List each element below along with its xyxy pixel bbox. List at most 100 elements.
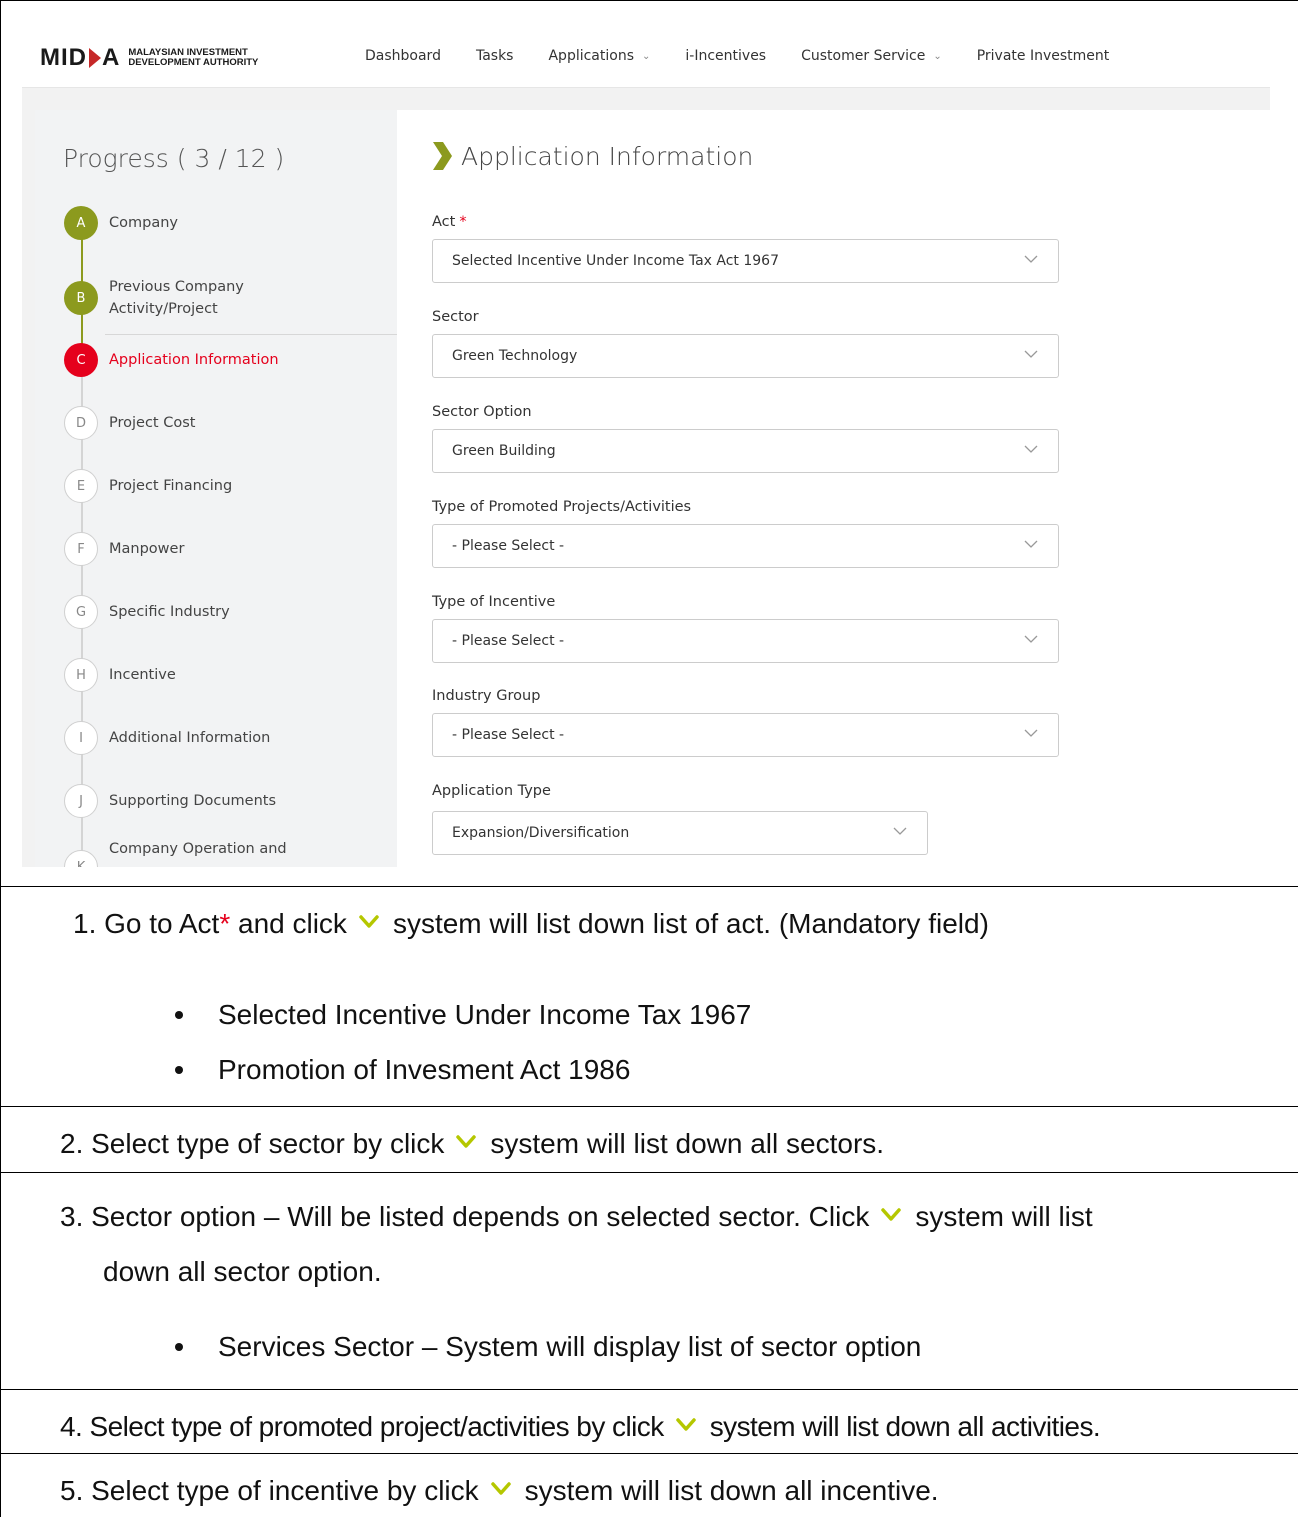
- step-label: Additional Information: [109, 730, 271, 746]
- field-label: Sector: [432, 309, 479, 325]
- chevron-down-icon: [359, 914, 379, 928]
- industry-group-field: Industry Group - Please Select -: [432, 688, 1059, 757]
- step-label: Company Operation and: [109, 841, 287, 857]
- step-supporting-documents[interactable]: J Supporting Documents: [64, 784, 276, 818]
- step-badge: B: [64, 281, 98, 315]
- application-type-select[interactable]: Expansion/Diversification: [432, 811, 928, 855]
- bullet-icon: [175, 1066, 183, 1074]
- table-row-divider: [0, 1106, 1298, 1107]
- sector-option-select[interactable]: Green Building: [432, 429, 1059, 473]
- nav-tasks[interactable]: Tasks: [476, 48, 514, 64]
- sector-select[interactable]: Green Technology: [432, 334, 1059, 378]
- nav-dashboard[interactable]: Dashboard: [365, 48, 441, 64]
- chevron-down-icon: [1024, 729, 1038, 737]
- instruction-step-4: 4. Select type of promoted project/activ…: [60, 1411, 1101, 1442]
- step-badge: G: [64, 595, 98, 629]
- divider: [105, 334, 397, 335]
- step-badge: I: [64, 721, 98, 755]
- step-label: Application Information: [109, 352, 279, 368]
- field-label: Act: [432, 214, 456, 230]
- step-specific-industry[interactable]: G Specific Industry: [64, 595, 230, 629]
- top-navbar: MI D A MALAYSIAN INVESTMENT DEVELOPMENT AU…: [22, 22, 1270, 88]
- step-label: Company: [109, 215, 178, 231]
- nav-customer-service[interactable]: Customer Service ⌄: [801, 48, 942, 64]
- promoted-projects-select[interactable]: - Please Select -: [432, 524, 1059, 568]
- step-application-information[interactable]: C Application Information: [64, 343, 279, 377]
- app-screenshot: MI D A MALAYSIAN INVESTMENT DEVELOPMENT AU…: [22, 22, 1270, 867]
- act-select[interactable]: Selected Incentive Under Income Tax Act …: [432, 239, 1059, 283]
- select-value: - Please Select -: [452, 538, 565, 554]
- step-label: Supporting Documents: [109, 793, 277, 809]
- instruction-step-1: 1. Go to Act* and click system will list …: [73, 908, 989, 939]
- select-value: Selected Incentive Under Income Tax Act …: [452, 253, 779, 269]
- progress-title: Progress ( 3 / 12 ): [63, 144, 285, 173]
- table-row-divider: [0, 1172, 1298, 1173]
- nav-applications[interactable]: Applications ⌄: [548, 48, 650, 64]
- step-label: Project Financing: [109, 478, 233, 494]
- chevron-down-icon: [490, 1481, 511, 1495]
- sector-option-field: Sector Option Green Building: [432, 404, 1059, 473]
- step-project-cost[interactable]: D Project Cost: [64, 406, 195, 440]
- chevron-down-icon: [675, 1417, 696, 1431]
- step-project-financing[interactable]: E Project Financing: [64, 469, 232, 503]
- nav-private-investment[interactable]: Private Investment: [977, 48, 1110, 64]
- field-label: Application Type: [432, 783, 551, 799]
- chevron-down-icon: ⌄: [933, 50, 942, 62]
- chevron-down-icon: [1024, 540, 1038, 548]
- instruction-step-3: 3. Sector option – Will be listed depend…: [60, 1201, 1093, 1232]
- step-badge: H: [64, 658, 98, 692]
- instruction-bullet: Services Sector – System will display li…: [218, 1331, 922, 1362]
- table-row-divider: [0, 886, 1298, 887]
- step-incentive[interactable]: H Incentive: [64, 658, 176, 692]
- chevron-down-icon: [456, 1134, 477, 1148]
- field-label: Type of Incentive: [432, 594, 556, 610]
- logo-text: MALAYSIAN INVESTMENT DEVELOPMENT AUTHORI…: [128, 47, 259, 68]
- section-header: Application Information: [431, 140, 753, 172]
- step-badge: F: [64, 532, 98, 566]
- bullet-icon: [175, 1343, 183, 1351]
- instruction-step-2: 2. Select type of sector by click system …: [60, 1128, 885, 1159]
- chevron-down-icon: [893, 827, 907, 835]
- select-value: - Please Select -: [452, 633, 565, 649]
- select-value: - Please Select -: [452, 727, 565, 743]
- main-nav: Dashboard Tasks Applications ⌄ i-Incentiv…: [365, 48, 1144, 64]
- nav-i-incentives[interactable]: i-Incentives: [685, 48, 766, 64]
- select-value: Expansion/Diversification: [452, 825, 630, 841]
- logo-arrow-icon: [89, 48, 102, 68]
- promoted-projects-field: Type of Promoted Projects/Activities - P…: [432, 499, 1059, 568]
- table-row-divider: [0, 1453, 1298, 1454]
- incentive-type-field: Type of Incentive - Please Select -: [432, 594, 1059, 663]
- field-label: Industry Group: [432, 688, 541, 704]
- sector-field: Sector Green Technology: [432, 309, 1059, 378]
- field-label: Type of Promoted Projects/Activities: [432, 499, 692, 515]
- incentive-type-select[interactable]: - Please Select -: [432, 619, 1059, 663]
- logo-mark: MI D A: [40, 44, 121, 71]
- step-manpower[interactable]: F Manpower: [64, 532, 184, 566]
- instruction-bullet: Selected Incentive Under Income Tax 1967: [218, 999, 752, 1030]
- chevron-down-icon: [1024, 255, 1038, 263]
- step-company-operation[interactable]: K Company Operation and: [64, 841, 287, 867]
- act-field: Act * Selected Incentive Under Income Tax…: [432, 214, 1059, 283]
- step-badge: K: [64, 850, 98, 867]
- step-additional-information[interactable]: I Additional Information: [64, 721, 270, 755]
- instruction-step-5: 5. Select type of incentive by click syst…: [60, 1475, 939, 1506]
- step-label: Project Cost: [109, 415, 196, 431]
- step-badge: E: [64, 469, 98, 503]
- chevron-down-icon: [1024, 635, 1038, 643]
- step-previous-company-activity[interactable]: B Previous Company Activity/Project: [64, 276, 244, 320]
- step-badge: C: [64, 343, 98, 377]
- field-label: Sector Option: [432, 404, 532, 420]
- step-badge: A: [64, 206, 98, 240]
- step-company[interactable]: A Company: [64, 206, 178, 240]
- table-row-divider: [0, 1389, 1298, 1390]
- chevron-down-icon: [1024, 445, 1038, 453]
- step-badge: J: [64, 784, 98, 818]
- application-type-field: Application Type Expansion/Diversificati…: [432, 783, 928, 855]
- instruction-bullet: Promotion of Invesment Act 1986: [218, 1054, 631, 1085]
- progress-sidebar: Progress ( 3 / 12 ) A Company B Previous…: [35, 110, 407, 867]
- mida-logo[interactable]: MI D A MALAYSIAN INVESTMENT DEVELOPMENT AU…: [40, 44, 258, 72]
- application-form: Application Information Act * Selected In…: [397, 110, 1270, 867]
- chevron-down-icon: [1024, 350, 1038, 358]
- step-label: Incentive: [109, 667, 176, 683]
- industry-group-select[interactable]: - Please Select -: [432, 713, 1059, 757]
